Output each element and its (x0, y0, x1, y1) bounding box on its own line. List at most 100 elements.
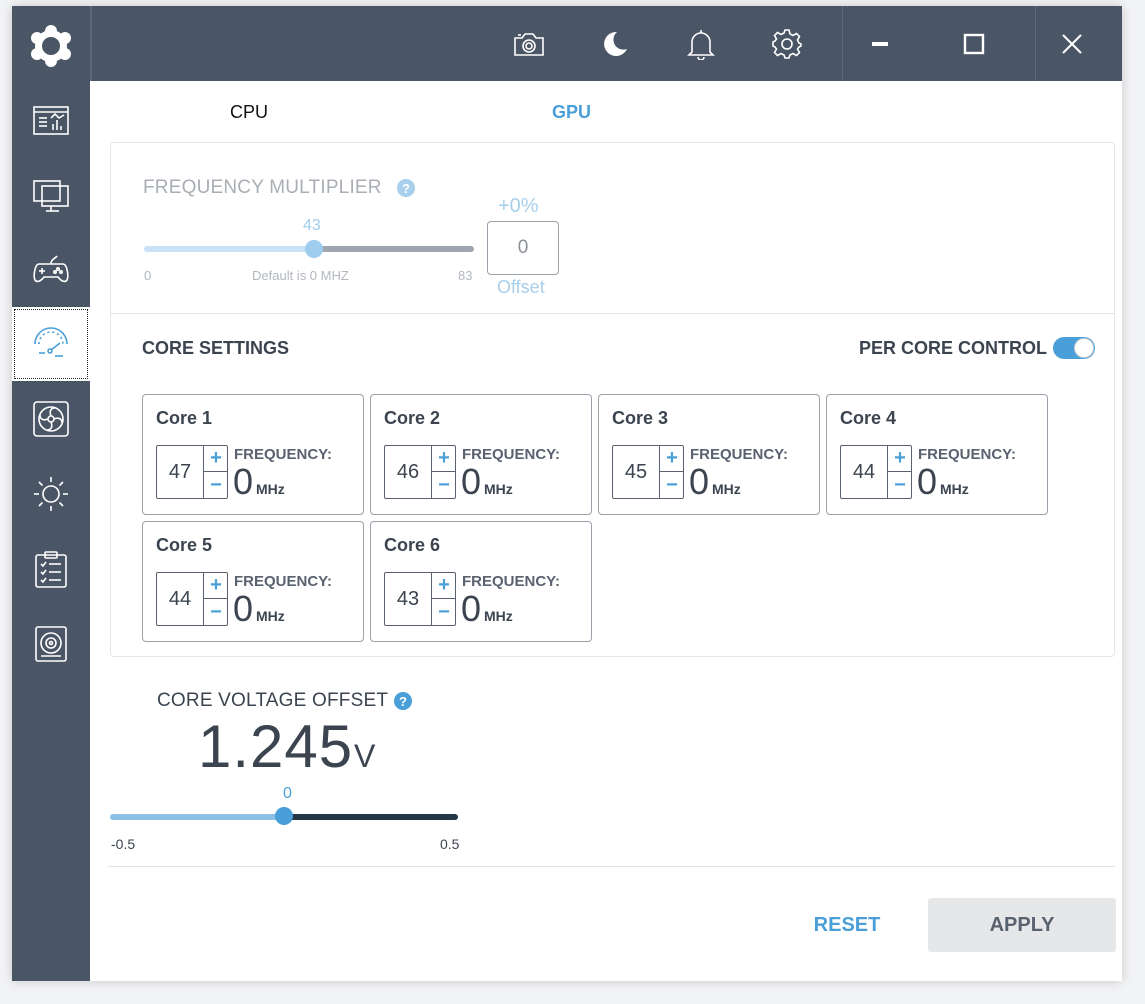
frequency-slider-value: 43 (303, 217, 321, 234)
core-card: Core 3 45 + − FREQUENCY: 0 MHz (598, 394, 820, 515)
increment-button[interactable]: + (204, 573, 228, 599)
cpu-settings-panel: FREQUENCY MULTIPLIER ? 43 0 Default is 0… (110, 142, 1115, 657)
dashboard-icon[interactable] (12, 83, 90, 157)
maximize-icon[interactable] (954, 24, 994, 64)
core-card: Core 1 47 + − FREQUENCY: 0 MHz (142, 394, 364, 515)
frequency-unit: MHz (256, 608, 285, 624)
decrement-button[interactable]: − (888, 472, 912, 498)
core-multiplier-value[interactable]: 45 (613, 446, 659, 498)
decrement-button[interactable]: − (660, 472, 684, 498)
core-multiplier-value[interactable]: 47 (157, 446, 203, 498)
stepper-buttons: + − (887, 446, 912, 498)
title-bar-divider (90, 6, 92, 81)
offset-label: Offset (497, 277, 545, 297)
moon-icon[interactable] (595, 24, 635, 64)
voltage-slider-thumb[interactable] (275, 807, 293, 825)
core-multiplier-value[interactable]: 46 (385, 446, 431, 498)
focus-outline (14, 309, 88, 379)
per-core-control-toggle[interactable] (1053, 337, 1095, 359)
help-icon[interactable]: ? (394, 692, 412, 710)
gamepad-icon[interactable] (12, 233, 90, 307)
help-icon[interactable]: ? (397, 179, 415, 197)
fan-icon[interactable] (12, 382, 90, 456)
core-card: Core 5 44 + − FREQUENCY: 0 MHz (142, 521, 364, 642)
frequency-unit: MHz (484, 481, 513, 497)
tab-cpu[interactable]: CPU (230, 102, 268, 123)
decrement-button[interactable]: − (204, 472, 228, 498)
frequency-slider-track[interactable] (314, 246, 474, 252)
logo-icon[interactable] (12, 6, 90, 86)
core-name: Core 6 (384, 535, 441, 555)
voltage-slider-value: 0 (283, 785, 292, 802)
frequency-unit: MHz (712, 481, 741, 497)
core-multiplier-stepper[interactable]: 44 + − (156, 572, 228, 626)
footer-divider (108, 866, 1115, 867)
speedometer-icon[interactable] (12, 307, 90, 381)
core-frequency-value: 0 (461, 461, 482, 502)
voltage-slider-max: 0.5 (440, 836, 460, 852)
voltage-slider-track-filled[interactable] (110, 814, 285, 820)
minimize-icon[interactable] (860, 24, 900, 64)
core-name: Core 3 (612, 408, 669, 428)
offset-percent: +0% (498, 195, 539, 217)
core-multiplier-value[interactable]: 43 (385, 573, 431, 625)
core-name: Core 2 (384, 408, 441, 428)
core-frequency-value: 0 (233, 588, 254, 629)
core-frequency-value: 0 (689, 461, 710, 502)
frequency-unit: MHz (940, 481, 969, 497)
speaker-icon[interactable] (12, 607, 90, 681)
increment-button[interactable]: + (432, 573, 456, 599)
frequency-slider-thumb[interactable] (305, 240, 323, 258)
per-core-control-label: PER CORE CONTROL (859, 338, 1048, 358)
core-name: Core 1 (156, 408, 213, 428)
tab-gpu[interactable]: GPU (552, 102, 591, 123)
core-name: Core 5 (156, 535, 213, 555)
voltage-slider-track[interactable] (285, 814, 458, 820)
increment-button[interactable]: + (204, 446, 228, 472)
reset-button[interactable]: RESET (802, 898, 892, 952)
increment-button[interactable]: + (432, 446, 456, 472)
core-multiplier-stepper[interactable]: 46 + − (384, 445, 456, 499)
stepper-buttons: + − (659, 446, 684, 498)
stepper-buttons: + − (203, 446, 228, 498)
title-bar (90, 6, 1122, 81)
brightness-icon[interactable] (12, 457, 90, 531)
core-multiplier-stepper[interactable]: 45 + − (612, 445, 684, 499)
frequency-unit: MHz (256, 481, 285, 497)
core-frequency-value: 0 (233, 461, 254, 502)
voltage-slider-min: -0.5 (111, 836, 136, 852)
frequency-slider-track-filled[interactable] (144, 246, 314, 252)
decrement-button[interactable]: − (432, 599, 456, 625)
decrement-button[interactable]: − (432, 472, 456, 498)
toggle-knob (1074, 338, 1094, 358)
frequency-unit: MHz (484, 608, 513, 624)
core-voltage-unit: V (354, 738, 376, 774)
sidebar (12, 6, 90, 981)
apply-button[interactable]: APPLY (928, 898, 1116, 952)
gear-icon[interactable] (767, 24, 807, 64)
checklist-icon[interactable] (12, 532, 90, 606)
core-multiplier-stepper[interactable]: 44 + − (840, 445, 912, 499)
offset-input[interactable]: 0 (487, 221, 559, 275)
core-frequency-value: 0 (917, 461, 938, 502)
frequency-slider-min: 0 (144, 268, 152, 283)
core-voltage-value: 1.245 (198, 713, 354, 780)
core-multiplier-value[interactable]: 44 (841, 446, 887, 498)
increment-button[interactable]: + (888, 446, 912, 472)
increment-button[interactable]: + (660, 446, 684, 472)
frequency-default-text: Default is 0 MHZ (252, 268, 349, 283)
frequency-slider-max: 83 (458, 268, 473, 283)
core-multiplier-stepper[interactable]: 47 + − (156, 445, 228, 499)
core-name: Core 4 (840, 408, 897, 428)
core-voltage-offset-title: CORE VOLTAGE OFFSET (157, 690, 389, 711)
bell-icon[interactable] (681, 24, 721, 64)
core-card: Core 4 44 + − FREQUENCY: 0 MHz (826, 394, 1048, 515)
section-divider (111, 313, 1114, 314)
camera-icon[interactable] (509, 24, 549, 64)
monitor-icon[interactable] (12, 158, 90, 232)
core-multiplier-stepper[interactable]: 43 + − (384, 572, 456, 626)
core-card: Core 2 46 + − FREQUENCY: 0 MHz (370, 394, 592, 515)
core-multiplier-value[interactable]: 44 (157, 573, 203, 625)
decrement-button[interactable]: − (204, 599, 228, 625)
close-icon[interactable] (1052, 24, 1092, 64)
